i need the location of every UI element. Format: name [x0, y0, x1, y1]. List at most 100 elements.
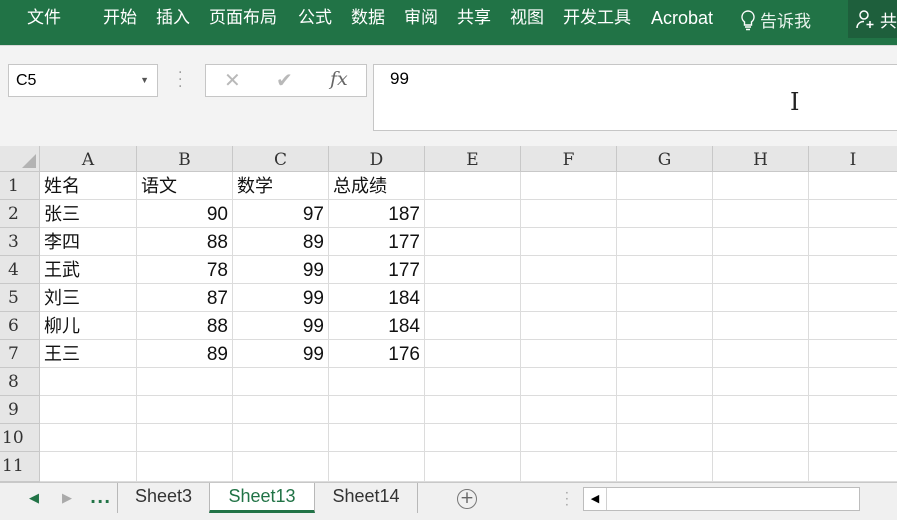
- cell-I1[interactable]: [809, 172, 897, 200]
- cell-A11[interactable]: [40, 452, 137, 482]
- cell-E9[interactable]: [425, 396, 521, 424]
- tab-file[interactable]: 文件: [27, 7, 61, 29]
- cell-I9[interactable]: [809, 396, 897, 424]
- insert-function-icon[interactable]: fx: [330, 68, 348, 90]
- cell-I10[interactable]: [809, 424, 897, 452]
- cell-H7[interactable]: [713, 340, 809, 368]
- tab-share[interactable]: 共享: [457, 7, 491, 29]
- cell-C8[interactable]: [233, 368, 329, 396]
- cell-A2[interactable]: 张三: [40, 200, 137, 228]
- row-header[interactable]: 4: [0, 256, 40, 284]
- cell-G9[interactable]: [617, 396, 713, 424]
- cell-H5[interactable]: [713, 284, 809, 312]
- cell-I4[interactable]: [809, 256, 897, 284]
- cell-H1[interactable]: [713, 172, 809, 200]
- dropdown-arrow-icon[interactable]: ▼: [140, 65, 149, 96]
- enter-icon[interactable]: ✔: [276, 68, 293, 92]
- row-header[interactable]: 2: [0, 200, 40, 228]
- column-header[interactable]: I: [809, 146, 897, 172]
- cell-B6[interactable]: 88: [137, 312, 233, 340]
- cell-E3[interactable]: [425, 228, 521, 256]
- cell-G6[interactable]: [617, 312, 713, 340]
- column-header[interactable]: C: [233, 146, 329, 172]
- add-sheet-icon[interactable]: +: [457, 489, 477, 509]
- cell-D6[interactable]: 184: [329, 312, 425, 340]
- cell-G1[interactable]: [617, 172, 713, 200]
- scroll-left-arrow-icon[interactable]: ◀: [584, 488, 607, 510]
- cell-A6[interactable]: 柳儿: [40, 312, 137, 340]
- column-header[interactable]: G: [617, 146, 713, 172]
- cell-A8[interactable]: [40, 368, 137, 396]
- cell-D10[interactable]: [329, 424, 425, 452]
- tab-view[interactable]: 视图: [510, 7, 544, 29]
- cell-B4[interactable]: 78: [137, 256, 233, 284]
- cell-D7[interactable]: 176: [329, 340, 425, 368]
- cell-A4[interactable]: 王武: [40, 256, 137, 284]
- cell-H3[interactable]: [713, 228, 809, 256]
- scroll-left-icon[interactable]: ◀: [29, 491, 39, 506]
- cell-E2[interactable]: [425, 200, 521, 228]
- cell-E10[interactable]: [425, 424, 521, 452]
- cell-F11[interactable]: [521, 452, 617, 482]
- name-box[interactable]: C5 ▼: [8, 64, 158, 97]
- tab-home[interactable]: 开始: [103, 7, 137, 29]
- row-header[interactable]: 3: [0, 228, 40, 256]
- cell-E8[interactable]: [425, 368, 521, 396]
- cell-G8[interactable]: [617, 368, 713, 396]
- row-header[interactable]: 7: [0, 340, 40, 368]
- cell-D8[interactable]: [329, 368, 425, 396]
- cell-H9[interactable]: [713, 396, 809, 424]
- cell-E5[interactable]: [425, 284, 521, 312]
- cell-F10[interactable]: [521, 424, 617, 452]
- cell-H4[interactable]: [713, 256, 809, 284]
- column-header[interactable]: F: [521, 146, 617, 172]
- formula-input[interactable]: 99: [373, 64, 897, 131]
- cell-A10[interactable]: [40, 424, 137, 452]
- cell-I8[interactable]: [809, 368, 897, 396]
- horizontal-scrollbar[interactable]: ◀: [583, 487, 860, 511]
- cell-F2[interactable]: [521, 200, 617, 228]
- cell-F9[interactable]: [521, 396, 617, 424]
- tab-insert[interactable]: 插入: [156, 7, 190, 29]
- column-header[interactable]: A: [40, 146, 137, 172]
- more-sheets-ellipsis[interactable]: ...: [90, 488, 111, 507]
- cell-H10[interactable]: [713, 424, 809, 452]
- cell-F7[interactable]: [521, 340, 617, 368]
- row-header[interactable]: 9: [0, 396, 40, 424]
- cell-G10[interactable]: [617, 424, 713, 452]
- cell-G2[interactable]: [617, 200, 713, 228]
- sheet-tab-sheet14[interactable]: Sheet14: [315, 483, 418, 513]
- cell-I3[interactable]: [809, 228, 897, 256]
- row-header[interactable]: 6: [0, 312, 40, 340]
- scroll-right-icon[interactable]: ▶: [62, 491, 72, 506]
- cell-C10[interactable]: [233, 424, 329, 452]
- cell-B1[interactable]: 语文: [137, 172, 233, 200]
- cell-A9[interactable]: [40, 396, 137, 424]
- sheet-tab-sheet13[interactable]: Sheet13: [209, 483, 315, 513]
- cell-E7[interactable]: [425, 340, 521, 368]
- column-header[interactable]: B: [137, 146, 233, 172]
- cell-A3[interactable]: 李四: [40, 228, 137, 256]
- cell-B10[interactable]: [137, 424, 233, 452]
- cell-F6[interactable]: [521, 312, 617, 340]
- cell-I2[interactable]: [809, 200, 897, 228]
- cell-I11[interactable]: [809, 452, 897, 482]
- tab-review[interactable]: 审阅: [404, 7, 438, 29]
- cell-F4[interactable]: [521, 256, 617, 284]
- cell-I6[interactable]: [809, 312, 897, 340]
- cell-B5[interactable]: 87: [137, 284, 233, 312]
- cell-B2[interactable]: 90: [137, 200, 233, 228]
- cell-D9[interactable]: [329, 396, 425, 424]
- tab-formulas[interactable]: 公式: [298, 7, 332, 29]
- cell-B8[interactable]: [137, 368, 233, 396]
- tab-developer[interactable]: 开发工具: [563, 7, 631, 29]
- cell-C3[interactable]: 89: [233, 228, 329, 256]
- cell-A5[interactable]: 刘三: [40, 284, 137, 312]
- tab-data[interactable]: 数据: [351, 7, 385, 29]
- row-header[interactable]: 8: [0, 368, 40, 396]
- sheet-tab-sheet3[interactable]: Sheet3: [117, 483, 210, 513]
- cell-I7[interactable]: [809, 340, 897, 368]
- cell-D1[interactable]: 总成绩: [329, 172, 425, 200]
- cell-B7[interactable]: 89: [137, 340, 233, 368]
- row-header[interactable]: 10: [0, 424, 40, 452]
